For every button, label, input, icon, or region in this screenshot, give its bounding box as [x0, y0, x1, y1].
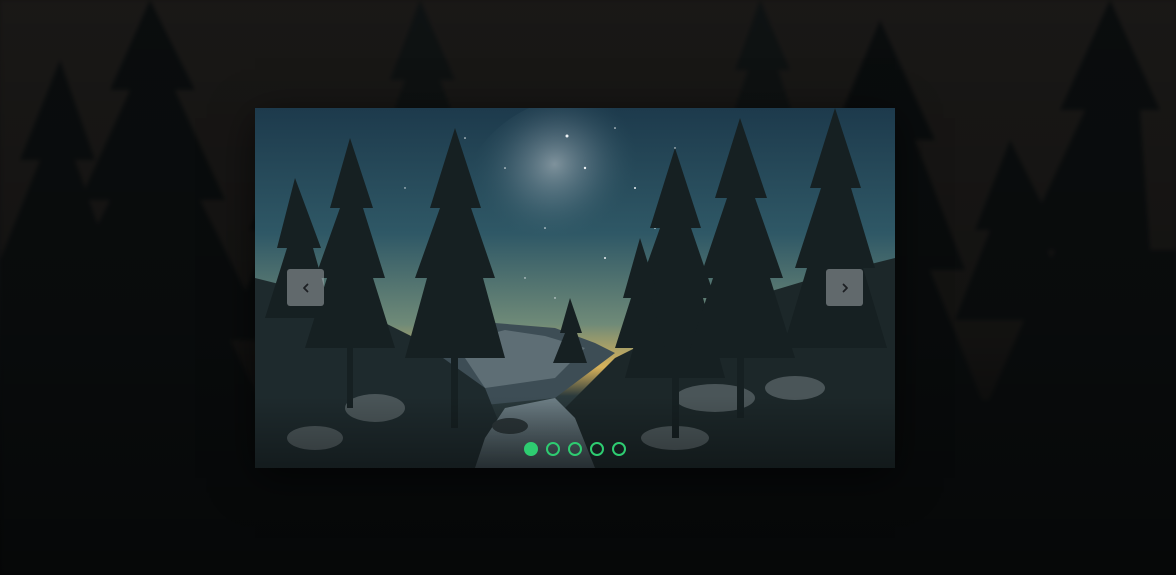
previous-slide-button[interactable] — [287, 269, 324, 306]
image-slider — [255, 108, 895, 468]
chevron-right-icon — [842, 283, 848, 292]
pagination-dot-3[interactable] — [568, 442, 582, 456]
next-slide-button[interactable] — [826, 269, 863, 306]
slide-image — [255, 108, 895, 468]
pagination-dot-4[interactable] — [590, 442, 604, 456]
slide-pagination — [255, 442, 895, 456]
page — [0, 0, 1176, 575]
pagination-dot-2[interactable] — [546, 442, 560, 456]
pagination-dot-5[interactable] — [612, 442, 626, 456]
pagination-dot-1[interactable] — [524, 442, 538, 456]
chevron-left-icon — [302, 283, 308, 292]
